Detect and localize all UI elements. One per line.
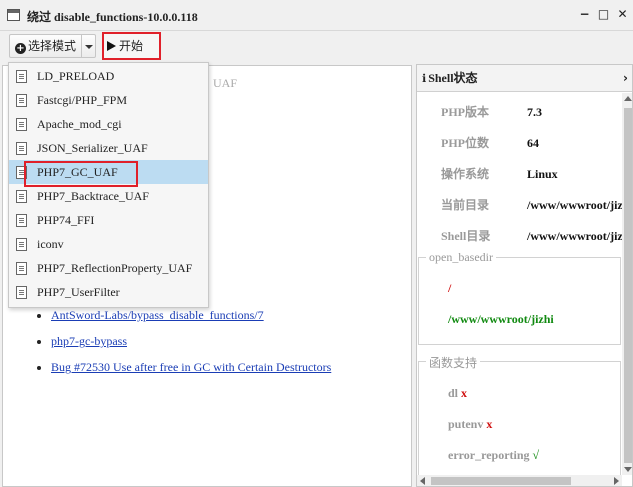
reference-links: AntSword-Labs/bypass_disable_functions/7… [51,308,331,386]
shell-status-panel: ℹ Shell状态 › PHP版本 7.3 PHP位数 64 操作系统 Linux… [416,64,633,487]
info-value: /www/wwwroot/jiz [527,198,623,212]
function-item: putenv x [448,417,492,432]
scrollbar-thumb[interactable] [624,108,632,463]
scroll-left-icon[interactable] [420,477,425,485]
function-name: dl [448,386,459,400]
info-value: 64 [527,136,539,150]
link-php7-gc-bypass[interactable]: php7-gc-bypass [51,334,127,348]
info-value: /www/wwwroot/jiz [527,229,623,243]
menu-item-label: PHP7_GC_UAF [37,165,118,179]
scroll-down-icon[interactable] [624,467,632,472]
file-icon [16,70,27,83]
menu-item-label: PHP7_Backtrace_UAF [37,189,149,203]
info-row-php-bits: PHP位数 64 [417,128,622,159]
function-name: putenv [448,417,484,431]
list-item: Bug #72530 Use after free in GC with Cer… [51,360,331,375]
toolbar: + 选择模式 开始 [0,31,633,61]
info-key: Shell目录 [441,229,491,243]
file-icon [16,94,27,107]
file-icon [16,286,27,299]
link-bug-72530[interactable]: Bug #72530 Use after free in GC with Cer… [51,360,331,374]
file-icon [16,238,27,251]
window-title: 绕过 disable_functions-10.0.0.118 [27,10,198,24]
menu-item-php7-reflectionproperty-uaf[interactable]: PHP7_ReflectionProperty_UAF [9,256,208,280]
basedir-path: /www/wwwroot/jizhi [448,312,554,326]
function-name: error_reporting [448,448,530,462]
select-mode-label: 选择模式 [28,39,77,53]
chevron-down-icon[interactable] [81,34,96,58]
info-value: Linux [527,167,558,181]
menu-item-php7-gc-uaf[interactable]: PHP7_GC_UAF [9,160,208,184]
window-icon [7,9,20,21]
start-button[interactable]: 开始 [102,32,161,60]
scroll-right-icon[interactable] [614,477,619,485]
title-bar: 绕过 disable_functions-10.0.0.118 − □ ✕ [0,0,633,31]
chevron-right-icon[interactable]: › [623,65,628,92]
supported-mark: √ [532,448,540,462]
bypass-disable-functions-window: 绕过 disable_functions-10.0.0.118 − □ ✕ + 选… [0,0,633,487]
menu-item-label: iconv [37,237,64,251]
horizontal-scrollbar[interactable] [417,475,622,486]
function-item: error_reporting √ [448,448,539,463]
menu-item-label: Fastcgi/PHP_FPM [37,93,128,107]
info-row-php-version: PHP版本 7.3 [417,97,622,128]
menu-item-ld-preload[interactable]: LD_PRELOAD [9,64,208,88]
file-icon [16,166,27,179]
info-row-shell-dir: Shell目录 /www/wwwroot/jiz [417,221,623,252]
maximize-icon[interactable]: □ [597,7,610,21]
menu-item-label: JSON_Serializer_UAF [37,141,148,155]
info-key: PHP位数 [441,136,489,150]
function-support-legend: 函数支持 [426,354,481,371]
minimize-icon[interactable]: − [578,7,591,21]
menu-item-label: PHP7_ReflectionProperty_UAF [37,261,193,275]
info-key: 操作系统 [441,167,490,181]
unsupported-mark: x [461,386,468,400]
menu-item-label: LD_PRELOAD [37,69,115,83]
link-antsword-labs[interactable]: AntSword-Labs/bypass_disable_functions/7 [51,308,264,322]
start-label: 开始 [119,39,144,53]
basedir-path: / [448,281,452,295]
info-value: 7.3 [527,105,542,119]
info-icon: ℹ [422,72,427,85]
menu-item-apache-mod-cgi[interactable]: Apache_mod_cgi [9,112,208,136]
file-icon [16,118,27,131]
select-mode-button[interactable]: + 选择模式 [9,34,82,58]
info-row-current-dir: 当前目录 /www/wwwroot/jiz [417,190,623,221]
file-icon [16,142,27,155]
menu-item-label: PHP74_FFI [37,213,95,227]
unsupported-mark: x [486,417,493,431]
menu-item-php7-backtrace-uaf[interactable]: PHP7_Backtrace_UAF [9,184,208,208]
open-basedir-group: open_basedir / /www/wwwroot/jizhi [418,250,621,345]
function-item: dl x [448,386,467,401]
menu-item-json-serializer-uaf[interactable]: JSON_Serializer_UAF [9,136,208,160]
info-row-os: 操作系统 Linux [417,159,622,190]
shell-status-header[interactable]: ℹ Shell状态 › [417,65,632,92]
scrollbar-thumb[interactable] [431,477,571,485]
open-basedir-legend: open_basedir [426,250,496,265]
menu-item-label: Apache_mod_cgi [37,117,122,131]
play-icon [107,41,116,51]
menu-item-php74-ffi[interactable]: PHP74_FFI [9,208,208,232]
plus-circle-icon: + [15,43,26,54]
menu-item-php7-userfilter[interactable]: PHP7_UserFilter [9,280,208,304]
info-key: PHP版本 [441,105,489,119]
list-item: php7-gc-bypass [51,334,331,349]
info-key: 当前目录 [441,198,490,212]
function-support-group: 函数支持 dl x putenv x error_reporting √ [418,354,621,486]
file-icon [16,190,27,203]
mode-dropdown-menu: LD_PRELOAD Fastcgi/PHP_FPM Apache_mod_cg… [8,62,209,308]
shell-status-title: Shell状态 [428,71,478,85]
window-controls: − □ ✕ [578,7,629,21]
menu-item-label: PHP7_UserFilter [37,285,120,299]
vertical-scrollbar[interactable] [622,93,632,475]
list-item: AntSword-Labs/bypass_disable_functions/7 [51,308,331,323]
file-icon [16,262,27,275]
menu-item-iconv[interactable]: iconv [9,232,208,256]
menu-item-fastcgi-php-fpm[interactable]: Fastcgi/PHP_FPM [9,88,208,112]
file-icon [16,214,27,227]
close-icon[interactable]: ✕ [616,7,629,21]
scroll-up-icon[interactable] [624,96,632,101]
obscured-text: UAF [213,76,238,90]
